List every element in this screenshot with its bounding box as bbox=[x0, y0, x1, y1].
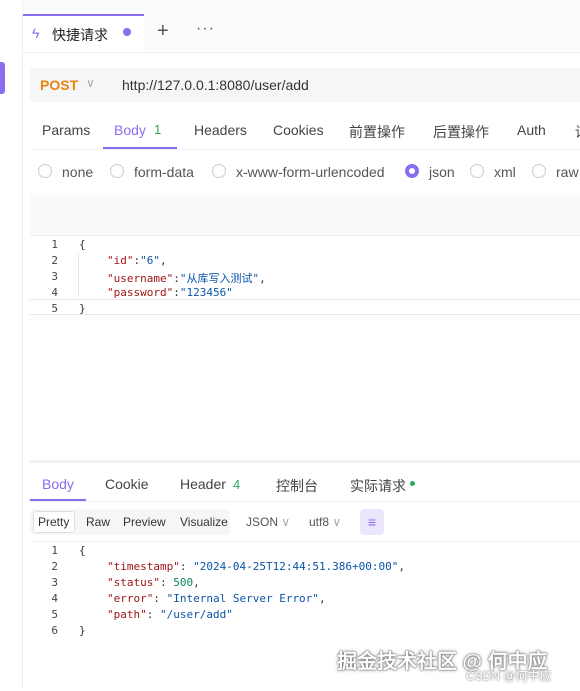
code-line: "timestamp": "2024-04-25T12:44:51.386+00… bbox=[107, 560, 406, 573]
json-value: "2024-04-25T12:44:51.386+00:00" bbox=[193, 560, 399, 573]
radio-json[interactable] bbox=[405, 164, 419, 178]
wrap-lines-icon[interactable]: ≡ bbox=[360, 509, 384, 535]
indent-guide bbox=[78, 253, 79, 297]
radio-raw[interactable] bbox=[532, 164, 546, 178]
line-number: 1 bbox=[51, 238, 58, 251]
tab-post-actions[interactable]: 后置操作 bbox=[433, 122, 489, 142]
editor-toolbar bbox=[30, 195, 580, 236]
json-value: 500 bbox=[173, 576, 194, 589]
tab-auth[interactable]: Auth bbox=[517, 122, 546, 138]
json-value: "123456" bbox=[179, 286, 233, 299]
radio-form-data[interactable] bbox=[110, 164, 124, 178]
divider bbox=[30, 501, 580, 502]
current-line-highlight bbox=[30, 299, 580, 315]
format-preview[interactable]: Preview bbox=[123, 515, 166, 529]
radio-urlencoded[interactable] bbox=[212, 164, 226, 178]
line-number: 3 bbox=[51, 576, 58, 589]
code-brace: { bbox=[79, 544, 86, 557]
encoding-label: utf8 bbox=[309, 515, 330, 529]
code-line: "password":"123456" bbox=[107, 286, 233, 299]
response-tab-body[interactable]: Body bbox=[42, 476, 74, 492]
code-line: "error": "Internal Server Error", bbox=[107, 592, 326, 605]
chevron-down-icon: ∨ bbox=[281, 515, 291, 529]
json-key: "username" bbox=[107, 272, 174, 285]
tab-cookies[interactable]: Cookies bbox=[273, 122, 324, 138]
encoding-select[interactable]: utf8 ∨ bbox=[309, 515, 341, 529]
content-type-label: JSON bbox=[246, 515, 279, 529]
more-icon[interactable]: ··· bbox=[196, 20, 215, 38]
code-line: "path": "/user/add" bbox=[107, 608, 233, 621]
line-number: 6 bbox=[51, 624, 58, 637]
watermark-sub: CSDN @何中应 bbox=[466, 669, 552, 683]
method-select[interactable]: POST bbox=[40, 77, 78, 93]
radio-label-form-data[interactable]: form-data bbox=[134, 164, 194, 180]
radio-label-raw[interactable]: raw bbox=[556, 164, 579, 180]
sidebar-active-indicator bbox=[0, 62, 5, 94]
status-dot-icon bbox=[410, 481, 415, 486]
line-number: 1 bbox=[51, 544, 58, 557]
line-number: 2 bbox=[51, 560, 58, 573]
format-raw[interactable]: Raw bbox=[86, 515, 110, 529]
header-count-badge: 4 bbox=[233, 477, 241, 492]
radio-label-xml[interactable]: xml bbox=[494, 164, 516, 180]
line-number: 2 bbox=[51, 254, 58, 267]
tab-params[interactable]: Params bbox=[42, 122, 90, 138]
tab-pre-actions[interactable]: 前置操作 bbox=[349, 122, 405, 142]
json-key: "password" bbox=[107, 286, 174, 299]
format-visualize[interactable]: Visualize bbox=[180, 515, 228, 529]
code-line: "username":"从库写入测试", bbox=[107, 272, 266, 285]
response-tab-actual-request[interactable]: 实际请求 bbox=[350, 476, 406, 496]
code-line: "status": 500, bbox=[107, 576, 200, 589]
radio-label-none[interactable]: none bbox=[62, 164, 93, 180]
json-value: "从库写入测试" bbox=[179, 272, 260, 285]
json-key: "status" bbox=[107, 576, 160, 589]
line-number: 5 bbox=[51, 302, 58, 315]
chevron-down-icon: ∨ bbox=[332, 515, 342, 529]
url-input[interactable]: http://127.0.0.1:8080/user/add bbox=[122, 77, 309, 93]
content-type-select[interactable]: JSON ∨ bbox=[246, 515, 290, 529]
json-key: "path" bbox=[107, 608, 147, 621]
json-value: "Internal Server Error" bbox=[166, 592, 319, 605]
tab-headers[interactable]: Headers bbox=[194, 122, 247, 138]
lightning-icon: ϟ bbox=[32, 25, 40, 41]
code-brace: } bbox=[79, 624, 86, 637]
json-key: "id" bbox=[107, 254, 134, 267]
panel-resize-handle[interactable] bbox=[30, 460, 580, 463]
panel-divider bbox=[22, 0, 23, 690]
json-value: "/user/add" bbox=[160, 608, 233, 621]
radio-label-urlencoded[interactable]: x-www-form-urlencoded bbox=[236, 164, 385, 180]
line-number: 5 bbox=[51, 608, 58, 621]
add-tab-button[interactable]: + bbox=[157, 20, 169, 43]
tab-body[interactable]: Body bbox=[114, 122, 146, 138]
tab-settings[interactable]: 设 bbox=[575, 122, 580, 142]
body-count-badge: 1 bbox=[154, 122, 162, 137]
response-tab-header[interactable]: Header bbox=[180, 476, 226, 492]
divider bbox=[30, 149, 580, 150]
line-number: 4 bbox=[51, 592, 58, 605]
line-number: 4 bbox=[51, 286, 58, 299]
line-number: 3 bbox=[51, 270, 58, 283]
json-key: "error" bbox=[107, 592, 154, 605]
tab-title: 快捷请求 bbox=[52, 27, 108, 43]
unsaved-dot-icon bbox=[123, 28, 131, 36]
code-line: "id":"6", bbox=[107, 254, 167, 267]
radio-xml[interactable] bbox=[470, 164, 484, 178]
json-value: "6" bbox=[140, 254, 160, 267]
radio-none[interactable] bbox=[38, 164, 52, 178]
format-pretty[interactable]: Pretty bbox=[38, 515, 69, 529]
radio-label-json[interactable]: json bbox=[429, 164, 455, 180]
response-tab-console[interactable]: 控制台 bbox=[276, 476, 318, 496]
code-brace: } bbox=[79, 302, 86, 315]
chevron-down-icon[interactable]: ∨ bbox=[86, 76, 95, 90]
code-brace: { bbox=[79, 238, 86, 251]
response-tab-cookie[interactable]: Cookie bbox=[105, 476, 149, 492]
json-key: "timestamp" bbox=[107, 560, 180, 573]
